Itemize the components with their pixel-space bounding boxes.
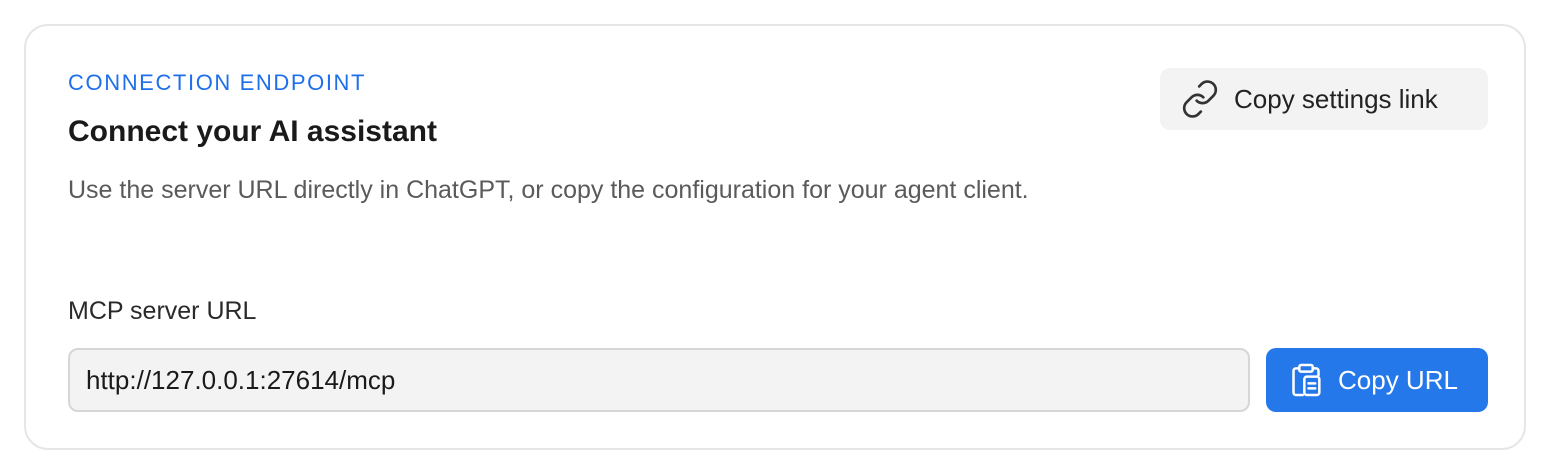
card-title: Connect your AI assistant xyxy=(68,115,437,148)
copy-settings-link-button[interactable]: Copy settings link xyxy=(1160,68,1488,130)
copy-url-label: Copy URL xyxy=(1338,364,1458,395)
link-icon xyxy=(1180,79,1220,119)
card-description: Use the server URL directly in ChatGPT, … xyxy=(68,176,1029,204)
connection-endpoint-card: CONNECTION ENDPOINT Connect your AI assi… xyxy=(24,24,1526,450)
clipboard-icon xyxy=(1286,360,1326,400)
mcp-url-label: MCP server URL xyxy=(68,297,257,325)
copy-url-button[interactable]: Copy URL xyxy=(1266,348,1488,412)
copy-settings-link-label: Copy settings link xyxy=(1234,83,1438,114)
mcp-url-input[interactable] xyxy=(68,348,1250,412)
section-eyebrow: CONNECTION ENDPOINT xyxy=(68,70,367,95)
